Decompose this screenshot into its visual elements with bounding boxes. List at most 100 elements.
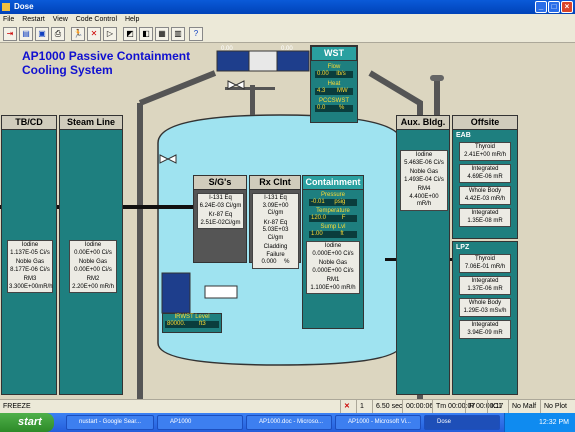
- eab-int1-label: Integrated: [471, 166, 499, 172]
- backtrack-icon[interactable]: ◧: [139, 27, 153, 41]
- freeze-icon[interactable]: ✕: [87, 27, 101, 41]
- lpz-thyroid-box: Thyroid 7.06E-01 mR/h: [459, 254, 511, 273]
- task-dose[interactable]: Dose: [424, 415, 500, 430]
- clock: 12:32 PM: [539, 419, 569, 426]
- steamline-iodine-unit: Ci/s: [101, 249, 112, 256]
- eab-thyroid-box: Thyroid 2.41E+00 mR/h: [459, 142, 511, 161]
- containment-noble-value: 0.000E+00: [312, 267, 342, 274]
- status-num: 1: [356, 400, 364, 414]
- eab-int2-unit: mR: [493, 217, 503, 224]
- steamline-rm-value: 2.20E+00: [72, 283, 98, 290]
- aux-title: Aux. Bldg.: [396, 115, 450, 130]
- tbcd-title: TB/CD: [1, 115, 57, 130]
- open-icon[interactable]: ▤: [19, 27, 33, 41]
- eab-wb-label: Whole Body: [468, 188, 502, 194]
- offsite-lpz-panel: LPZ Thyroid 7.06E-01 mR/h Integrated 1.3…: [452, 241, 518, 395]
- tbcd-panel: Iodine 1.137E-05 Ci/s Noble Gas 8.177E-0…: [1, 129, 57, 395]
- wst-flow-unit: lb/s: [336, 71, 346, 77]
- rxclnt-kr87-label: Kr-87 Eq: [263, 219, 288, 226]
- steamline-rm-unit: mR/h: [99, 283, 114, 290]
- sgs-kr87-label: Kr-87 Eq: [208, 212, 233, 218]
- irwst-unit: ft3: [199, 321, 206, 327]
- maximize-button[interactable]: □: [548, 1, 560, 13]
- menu-restart[interactable]: Restart: [22, 16, 45, 23]
- wst-pccswst-value: 0.0: [317, 105, 326, 111]
- rxclnt-i131-label: I-131 Eq: [264, 195, 287, 201]
- step-icon[interactable]: ▷: [103, 27, 117, 41]
- eab-int1-box: Integrated 4.69E-06 mR: [459, 164, 511, 183]
- lpz-int1-label: Integrated: [471, 278, 499, 284]
- aux-rm-label: RM4: [417, 186, 431, 192]
- rxclnt-clad-unit: %: [284, 259, 290, 265]
- tank-left-level: 0.00: [221, 46, 233, 52]
- containment-pressure-value: -0.01: [311, 199, 325, 205]
- save-icon[interactable]: ▣: [35, 27, 49, 41]
- containment-rm-value: 1.100E+00: [310, 284, 340, 291]
- tbcd-noble-value: 8.177E-06: [10, 266, 38, 273]
- rxclnt-panel: I-131 Eq 3.09E+00 Ci/gm Kr-87 Eq 5.03E+0…: [249, 189, 301, 269]
- containment-iodine-unit: Ci/s: [343, 250, 354, 257]
- eab-thyroid-value: 2.41E+00: [464, 151, 490, 158]
- task-ap1000[interactable]: AP1000: [157, 415, 243, 430]
- steamline-panel: Iodine 0.00E+00 Ci/s Noble Gas 0.00E+00 …: [59, 129, 123, 395]
- containment-noble-label: Noble Gas: [318, 260, 348, 266]
- toolbar: ⇥ ▤ ▣ ⎙ 🏃 ✕ ▷ ◩ ◧ ▦ ▥ ?: [0, 25, 575, 43]
- sgs-i131-value: 6.24E-03: [199, 202, 224, 209]
- aux-iodine-unit: Ci/s: [433, 159, 444, 166]
- tbcd-rm-unit: mR/h: [38, 283, 53, 290]
- steamline-noble-value: 0.00E+00: [74, 266, 100, 273]
- lpz-wb-value: 1.29E-03: [463, 307, 488, 314]
- aux-rm-value: 4.400E+00: [409, 193, 439, 200]
- exit-icon[interactable]: ⇥: [3, 27, 17, 41]
- sgs-readouts: I-131 Eq 6.24E-03 Ci/gm Kr-87 Eq 2.51E-0…: [197, 193, 244, 229]
- lpz-int2-unit: mR: [493, 329, 503, 336]
- eab-int1-unit: mR: [493, 173, 503, 180]
- status-mode: FREEZE: [3, 403, 31, 410]
- wst-panel: WST Flow 0.00 lb/s Heat 4.3 MW PCCSWST 0…: [310, 45, 358, 123]
- graph-icon[interactable]: ▥: [171, 27, 185, 41]
- wst-title: WST: [311, 46, 357, 61]
- status-bar: FREEZE ✕ 1 6.50 sec 00:00:06 Tm 00:00:07…: [0, 399, 575, 414]
- menu-bar: File Restart View Code Control Help: [0, 14, 575, 25]
- wst-pccswst-unit: %: [339, 105, 345, 111]
- irwst-value: 80000.: [167, 321, 186, 327]
- status-speed: 6.50 sec: [372, 400, 402, 414]
- run-icon[interactable]: 🏃: [71, 27, 85, 41]
- start-button[interactable]: start: [0, 413, 54, 432]
- lpz-wb-unit: mSv/h: [489, 307, 507, 314]
- menu-code-control[interactable]: Code Control: [76, 16, 117, 23]
- lpz-wb-label: Whole Body: [468, 300, 502, 306]
- menu-help[interactable]: Help: [125, 16, 139, 23]
- containment-iodine-label: Iodine: [324, 243, 342, 249]
- setup-icon[interactable]: ▦: [155, 27, 169, 41]
- status-ic: IC1: [487, 400, 502, 414]
- steamline-readouts: Iodine 0.00E+00 Ci/s Noble Gas 0.00E+00 …: [69, 240, 117, 293]
- window-title: Dose: [14, 2, 34, 11]
- containment-rm-unit: mR/h: [341, 284, 356, 291]
- steamline-noble-label: Noble Gas: [78, 259, 108, 265]
- containment-temp-unit: F: [341, 215, 346, 221]
- containment-sump-value: 1.00: [311, 231, 323, 237]
- close-button[interactable]: ×: [561, 1, 573, 13]
- rxclnt-i131-value: 3.09E+00: [262, 202, 289, 209]
- print-icon[interactable]: ⎙: [51, 27, 65, 41]
- menu-file[interactable]: File: [3, 16, 14, 23]
- help-icon[interactable]: ?: [189, 27, 203, 41]
- rxclnt-kr87-unit: Ci/gm: [267, 234, 284, 241]
- eab-int1-value: 4.69E-06: [467, 173, 492, 180]
- containment-panel: Pressure -0.01 psig Temperature 120.0 F …: [302, 189, 364, 329]
- task-ap1000-visio[interactable]: AP1000 - Microsoft Vi...: [335, 415, 421, 430]
- containment-title: Containment: [302, 175, 364, 190]
- wst-heat-value: 4.3: [317, 88, 326, 94]
- task-ap1000-doc[interactable]: AP1000.doc - Microso...: [246, 415, 332, 430]
- menu-view[interactable]: View: [53, 16, 68, 23]
- minimize-button[interactable]: _: [535, 1, 547, 13]
- snapshot-icon[interactable]: ◩: [123, 27, 137, 41]
- eab-int2-value: 1.35E-08: [467, 217, 492, 224]
- task-google[interactable]: nustart - Google Sear...: [66, 415, 154, 430]
- app-icon: [2, 3, 10, 11]
- start-label: start: [18, 416, 42, 428]
- rxclnt-i131-unit: Ci/gm: [267, 210, 284, 216]
- tbcd-noble-label: Noble Gas: [15, 259, 45, 265]
- rxclnt-readouts: I-131 Eq 3.09E+00 Ci/gm Kr-87 Eq 5.03E+0…: [252, 193, 299, 269]
